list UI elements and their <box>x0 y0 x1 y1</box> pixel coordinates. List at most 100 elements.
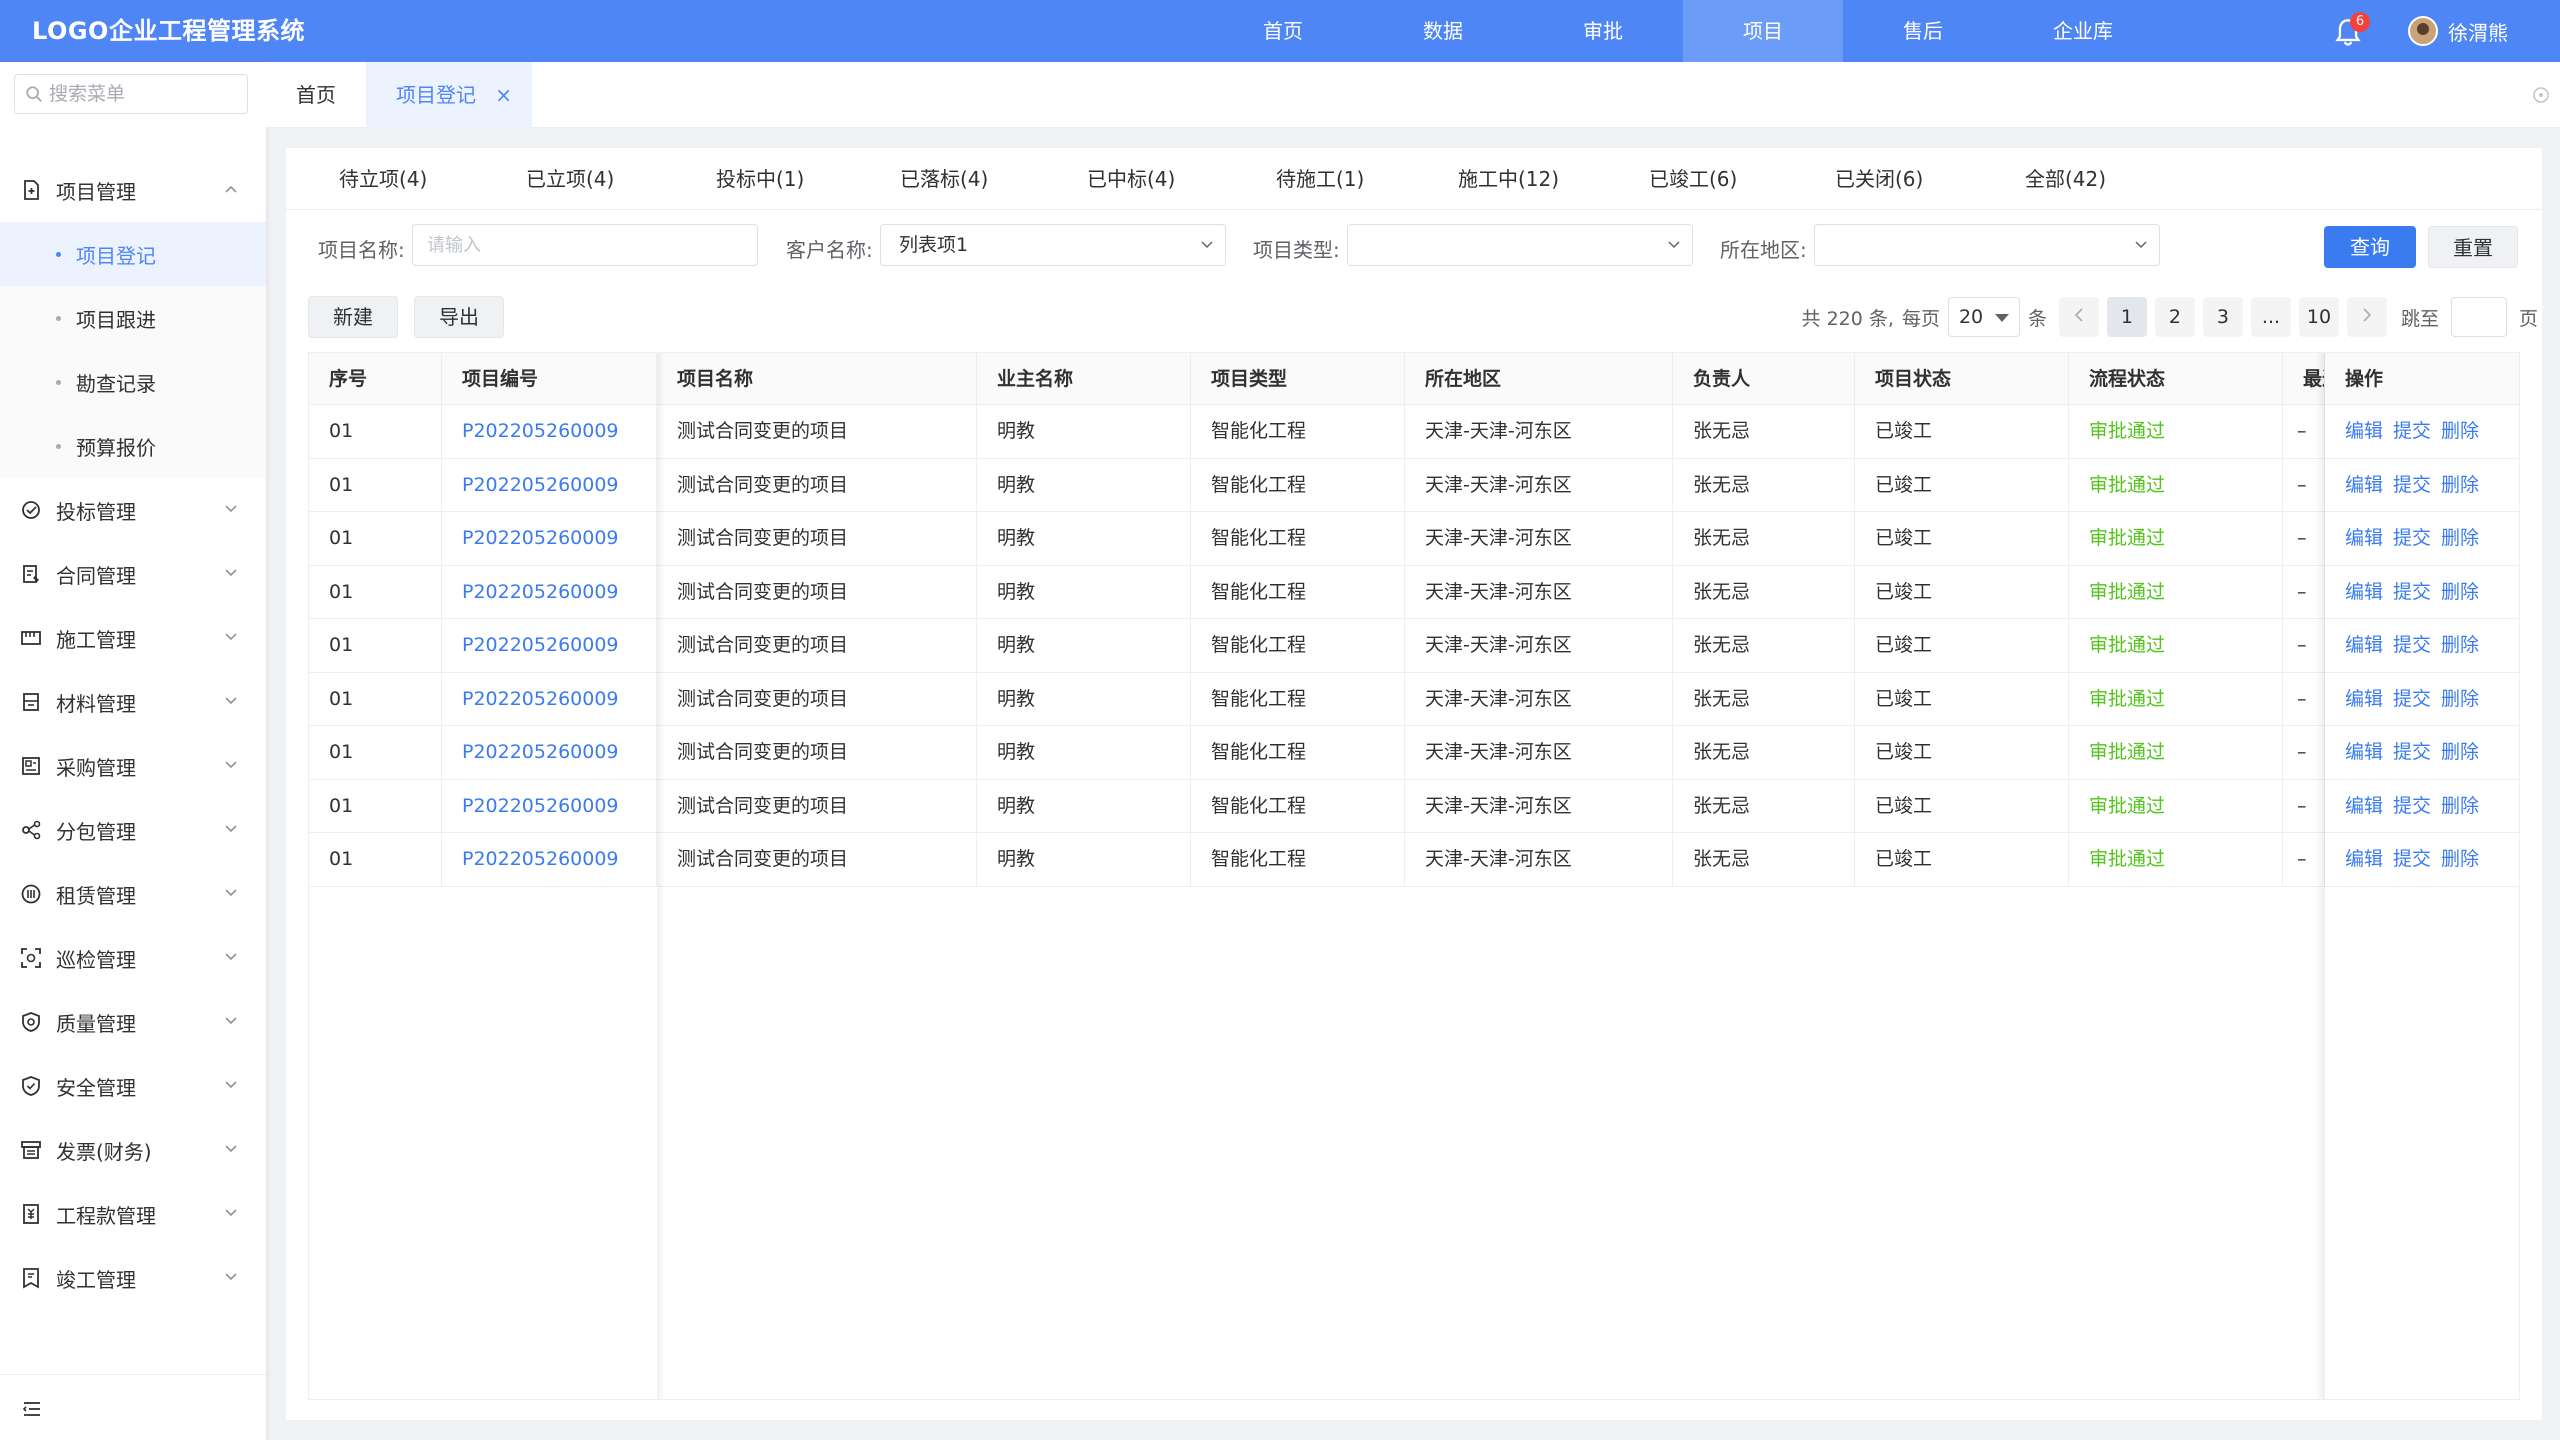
menu-subcontract-management[interactable]: 分包管理 <box>0 798 266 862</box>
edit-button[interactable]: 编辑 <box>2345 527 2383 549</box>
submit-button[interactable]: 提交 <box>2393 527 2431 549</box>
edit-button[interactable]: 编辑 <box>2345 688 2383 710</box>
tab-closed[interactable]: 已关闭(6) <box>1835 148 1923 210</box>
submit-button[interactable]: 提交 <box>2393 634 2431 656</box>
delete-button[interactable]: 删除 <box>2441 688 2479 710</box>
cell-project-code[interactable]: P202205260009 <box>442 779 657 833</box>
delete-button[interactable]: 删除 <box>2441 634 2479 656</box>
page-2[interactable]: 2 <box>2154 297 2195 337</box>
menu-lease-management[interactable]: 租赁管理 <box>0 862 266 926</box>
region-select[interactable] <box>1814 224 2160 266</box>
tab-lost-bid[interactable]: 已落标(4) <box>900 148 988 210</box>
cell-project-code[interactable]: P202205260009 <box>442 512 657 565</box>
cell-project-status: 已竣工 <box>1855 405 2069 458</box>
edit-button[interactable]: 编辑 <box>2345 474 2383 496</box>
page-jump-input[interactable] <box>2450 297 2507 337</box>
cell-project-code[interactable]: P202205260009 <box>442 619 657 672</box>
reset-button[interactable]: 重置 <box>2428 226 2518 268</box>
menu-purchase-management[interactable]: 采购管理 <box>0 734 266 798</box>
search-button[interactable]: 查询 <box>2324 226 2416 268</box>
menu-construction-management[interactable]: 施工管理 <box>0 606 266 670</box>
tab-pending-construction[interactable]: 待施工(1) <box>1276 148 1364 210</box>
cell-project-code[interactable]: P202205260009 <box>442 458 657 512</box>
page-1[interactable]: 1 <box>2106 297 2147 337</box>
menu-bid-management[interactable]: 投标管理 <box>0 478 266 542</box>
menu-contract-management[interactable]: 合同管理 <box>0 542 266 606</box>
submenu-budget-quote[interactable]: 预算报价 <box>0 414 266 478</box>
delete-button[interactable]: 删除 <box>2441 420 2479 442</box>
submenu-project-follow-up[interactable]: 项目跟进 <box>0 286 266 350</box>
cell-project-code[interactable]: P202205260009 <box>442 405 657 458</box>
page-size-select[interactable]: 20 <box>1947 297 2020 337</box>
cell-project-code[interactable]: P202205260009 <box>442 833 657 886</box>
delete-button[interactable]: 删除 <box>2441 795 2479 817</box>
tab-completed[interactable]: 已竣工(6) <box>1649 148 1737 210</box>
col-project-code: 项目编号 <box>442 353 657 405</box>
project-name-input[interactable] <box>412 224 758 266</box>
menu-completion-management[interactable]: 竣工管理 <box>0 1246 266 1310</box>
menu-safety-management[interactable]: 安全管理 <box>0 1054 266 1118</box>
topnav-after-sales[interactable]: 售后 <box>1843 0 2003 62</box>
menu-payment-management[interactable]: 工程款管理 <box>0 1182 266 1246</box>
menu-project-management[interactable]: 项目管理 <box>0 158 266 222</box>
tab-won-bid[interactable]: 已中标(4) <box>1087 148 1175 210</box>
topnav-project[interactable]: 项目 <box>1683 0 1843 62</box>
submenu-survey-records[interactable]: 勘查记录 <box>0 350 266 414</box>
tab-all[interactable]: 全部(42) <box>2025 148 2106 210</box>
page-tab-home[interactable]: 首页 <box>266 62 366 128</box>
page-tab-project-registration[interactable]: 项目登记 × <box>366 62 532 128</box>
edit-button[interactable]: 编辑 <box>2345 420 2383 442</box>
collapse-menu-icon[interactable] <box>22 1399 42 1419</box>
edit-button[interactable]: 编辑 <box>2345 795 2383 817</box>
tabs-more-icon[interactable] <box>2532 86 2550 104</box>
cell-project-code[interactable]: P202205260009 <box>442 672 657 726</box>
delete-button[interactable]: 删除 <box>2441 527 2479 549</box>
export-button[interactable]: 导出 <box>414 296 504 338</box>
cell-project-code[interactable]: P202205260009 <box>442 726 657 779</box>
submenu-project-registration[interactable]: 项目登记 <box>0 222 266 286</box>
topnav-home[interactable]: 首页 <box>1203 0 1363 62</box>
page-10[interactable]: 10 <box>2298 297 2339 337</box>
menu-inspection-management[interactable]: 巡检管理 <box>0 926 266 990</box>
tab-approved[interactable]: 已立项(4) <box>526 148 614 210</box>
submit-button[interactable]: 提交 <box>2393 688 2431 710</box>
chevron-down-icon <box>225 505 237 513</box>
prev-page-button[interactable] <box>2058 297 2099 337</box>
tab-bidding[interactable]: 投标中(1) <box>716 148 804 210</box>
topnav-data[interactable]: 数据 <box>1363 0 1523 62</box>
customer-name-select[interactable]: 列表项1 <box>880 224 1226 266</box>
submit-button[interactable]: 提交 <box>2393 581 2431 603</box>
edit-button[interactable]: 编辑 <box>2345 581 2383 603</box>
menu-material-management[interactable]: 材料管理 <box>0 670 266 734</box>
tab-pending-approval[interactable]: 待立项(4) <box>339 148 427 210</box>
topnav-approval[interactable]: 审批 <box>1523 0 1683 62</box>
close-icon[interactable]: × <box>495 62 512 128</box>
delete-button[interactable]: 删除 <box>2441 848 2479 870</box>
submit-button[interactable]: 提交 <box>2393 741 2431 763</box>
delete-button[interactable]: 删除 <box>2441 741 2479 763</box>
menu-search[interactable] <box>14 74 248 114</box>
menu-quality-management[interactable]: 质量管理 <box>0 990 266 1054</box>
next-page-button[interactable] <box>2346 297 2387 337</box>
edit-button[interactable]: 编辑 <box>2345 634 2383 656</box>
submit-button[interactable]: 提交 <box>2393 420 2431 442</box>
menu-invoice-finance[interactable]: 发票(财务) <box>0 1118 266 1182</box>
project-type-select[interactable] <box>1347 224 1693 266</box>
page-ellipsis[interactable]: ... <box>2250 297 2291 337</box>
topnav-enterprise-library[interactable]: 企业库 <box>2003 0 2163 62</box>
page-3[interactable]: 3 <box>2202 297 2243 337</box>
submit-button[interactable]: 提交 <box>2393 474 2431 496</box>
col-project-status: 项目状态 <box>1855 353 2069 405</box>
submit-button[interactable]: 提交 <box>2393 795 2431 817</box>
submit-button[interactable]: 提交 <box>2393 848 2431 870</box>
tab-under-construction[interactable]: 施工中(12) <box>1458 148 1559 210</box>
delete-button[interactable]: 删除 <box>2441 581 2479 603</box>
cell-project-code[interactable]: P202205260009 <box>442 565 657 619</box>
new-button[interactable]: 新建 <box>308 296 398 338</box>
user-menu[interactable]: 徐渭熊 <box>2408 15 2508 47</box>
edit-button[interactable]: 编辑 <box>2345 741 2383 763</box>
chevron-down-icon <box>225 569 237 577</box>
delete-button[interactable]: 删除 <box>2441 474 2479 496</box>
edit-button[interactable]: 编辑 <box>2345 848 2383 870</box>
menu-search-input[interactable] <box>49 83 239 105</box>
